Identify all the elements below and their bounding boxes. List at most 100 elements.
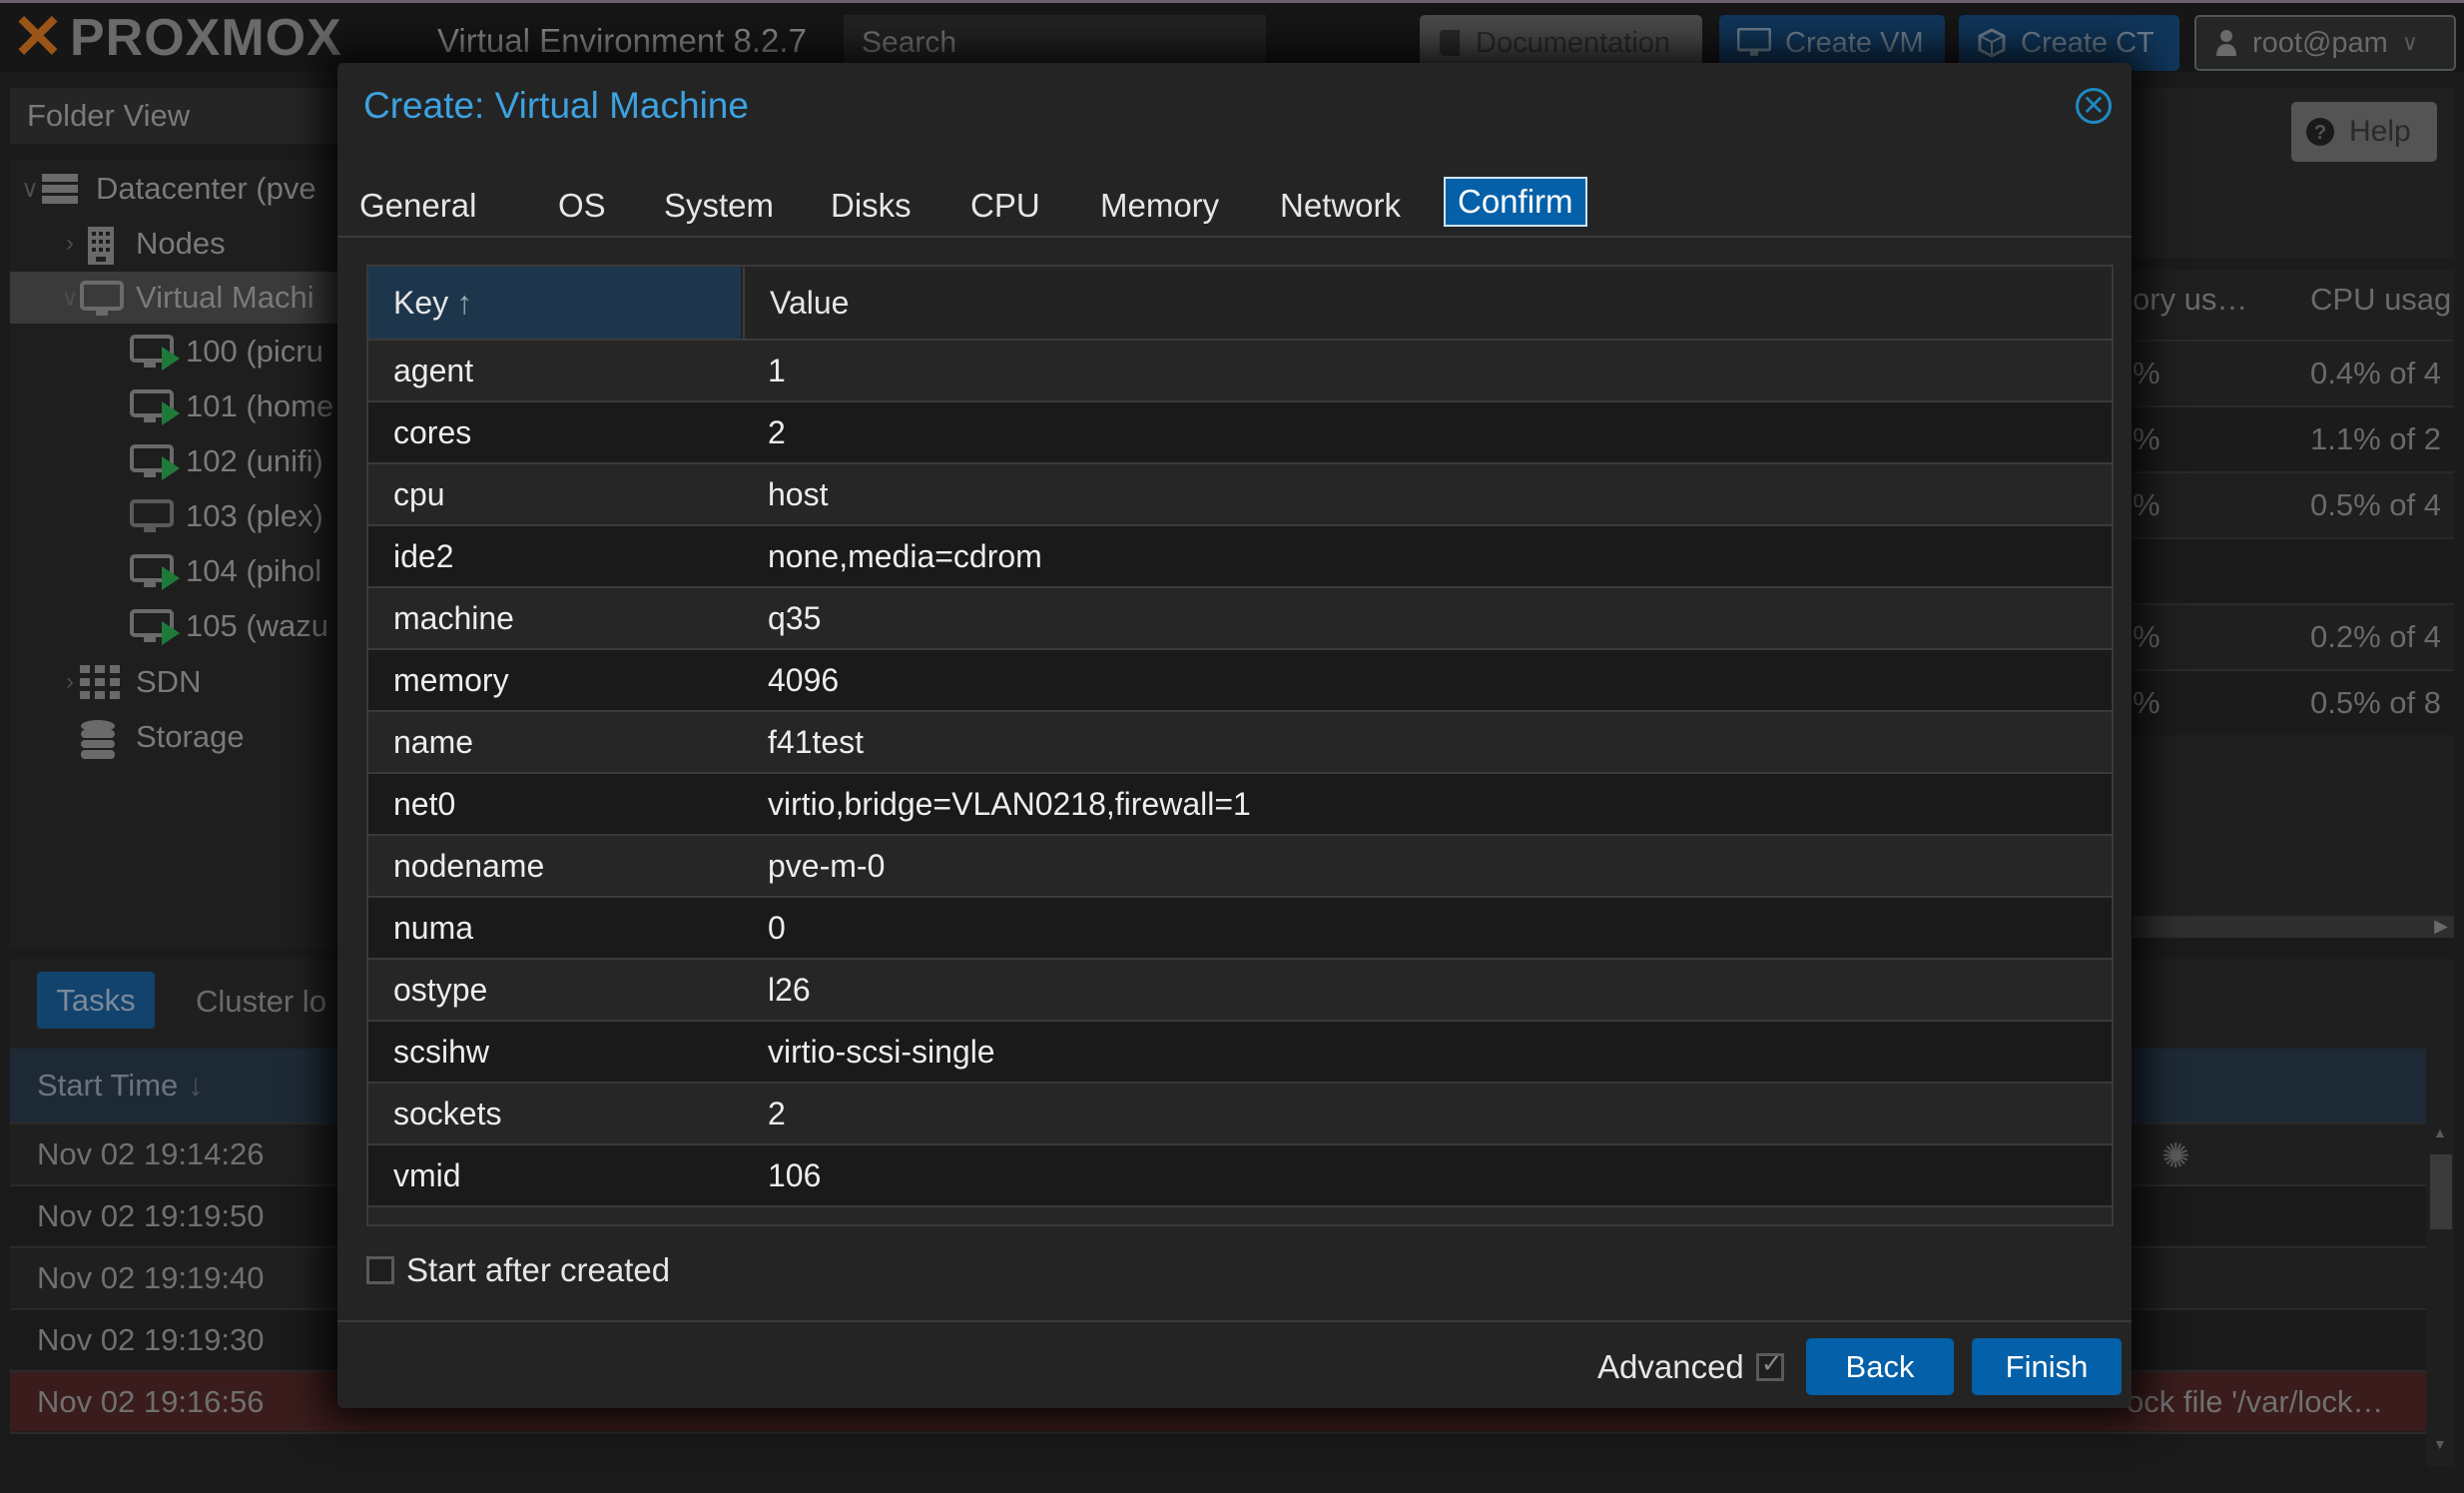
tab-disks[interactable]: Disks: [821, 181, 922, 231]
table-row[interactable]: nodename pve-m-0: [368, 836, 2112, 898]
table-row[interactable]: net0 virtio,bridge=VLAN0218,firewall=1: [368, 774, 2112, 836]
row-value: 2: [768, 1096, 786, 1131]
tab-os[interactable]: OS: [548, 181, 616, 231]
table-row[interactable]: sockets 2: [368, 1084, 2112, 1145]
chevron-down-icon: ∨: [2401, 30, 2418, 55]
row-value: 106: [768, 1157, 822, 1193]
user-label: root@pam: [2252, 26, 2388, 59]
vm-running-icon: [130, 609, 180, 645]
grid-row[interactable]: % 0.2% of 4: [2133, 603, 2454, 669]
row-key: ide2: [393, 538, 454, 574]
column-header-key[interactable]: Key ↑: [368, 267, 741, 339]
tab-cluster-log[interactable]: Cluster lo: [196, 984, 326, 1020]
advanced-checkbox[interactable]: ✓: [1755, 1348, 1784, 1381]
scroll-down-icon[interactable]: ▼: [2433, 1436, 2447, 1452]
tree-label: 104 (pihol: [186, 553, 322, 588]
tab-network[interactable]: Network: [1270, 181, 1411, 231]
tab-general[interactable]: General: [349, 181, 486, 231]
column-header-value[interactable]: Value: [743, 267, 849, 339]
table-row[interactable]: machine q35: [368, 588, 2112, 650]
task-start-time: Nov 02 19:19:50: [37, 1197, 265, 1233]
scroll-up-icon[interactable]: ▲: [2433, 1124, 2447, 1140]
scrollbar-thumb[interactable]: [2430, 1154, 2452, 1229]
tree-item-storage[interactable]: Storage: [10, 711, 387, 763]
row-key: numa: [393, 910, 474, 946]
tree-label: Nodes: [136, 226, 226, 261]
table-row[interactable]: agent 1: [368, 341, 2112, 402]
tab-system[interactable]: System: [654, 181, 784, 231]
table-row[interactable]: scsihw virtio-scsi-single: [368, 1022, 2112, 1084]
table-header: Key ↑ Value: [368, 267, 2112, 341]
row-key: cpu: [393, 476, 445, 512]
tree-label: 105 (wazu: [186, 608, 329, 643]
vertical-scrollbar[interactable]: ▲ ▼: [2428, 1124, 2454, 1454]
table-row[interactable]: numa 0: [368, 898, 2112, 960]
task-status: ock file '/var/lock…: [2127, 1384, 2384, 1419]
view-selector[interactable]: Folder View: [10, 88, 337, 144]
column-header-cpu[interactable]: CPU usag: [2310, 270, 2451, 330]
proxmox-logo[interactable]: ✕ PROXMOX: [12, 3, 342, 72]
finish-button[interactable]: Finish: [1972, 1338, 2122, 1395]
column-header-memory[interactable]: ory us…: [2133, 270, 2247, 330]
table-row[interactable]: ide2 none,media=cdrom: [368, 526, 2112, 588]
task-start-time: Nov 02 19:14:26: [37, 1135, 265, 1171]
tree-item-datacenter[interactable]: ∨ Datacenter (pve: [10, 163, 347, 215]
tab-confirm[interactable]: Confirm: [1444, 177, 1587, 227]
row-value: none,media=cdrom: [768, 538, 1042, 574]
row-value: q35: [768, 600, 822, 636]
summary-table: Key ↑ Value agent 1 cores 2 cpu host ide2 none,…: [366, 265, 2114, 1226]
tab-memory[interactable]: Memory: [1090, 181, 1229, 231]
resource-tree: ∨ Datacenter (pve › Nodes ∨ Virtual Mach…: [10, 160, 387, 949]
sort-asc-icon: ↑: [456, 284, 473, 321]
tree-label: Virtual Machi: [136, 280, 314, 315]
table-row[interactable]: vmid 106: [368, 1145, 2112, 1207]
product-version: Virtual Environment 8.2.7: [437, 22, 807, 59]
brand-name: PROXMOX: [69, 9, 342, 67]
storage-icon: [80, 720, 120, 759]
tab-tasks[interactable]: Tasks: [37, 972, 155, 1029]
book-icon: [1440, 30, 1460, 56]
tree-label: 100 (picru: [186, 334, 323, 369]
row-value: 4096: [768, 662, 840, 698]
tab-cpu[interactable]: CPU: [960, 181, 1050, 231]
table-row[interactable]: memory 4096: [368, 650, 2112, 712]
table-row[interactable]: ostype l26: [368, 960, 2112, 1022]
advanced-toggle[interactable]: Advanced ✓: [1597, 1348, 1784, 1386]
vm-running-icon: [130, 444, 180, 480]
start-after-created-field[interactable]: Start after created: [366, 1251, 670, 1289]
back-button[interactable]: Back: [1806, 1338, 1954, 1395]
row-key: name: [393, 724, 474, 760]
grid-row[interactable]: % 0.4% of 4: [2133, 340, 2454, 405]
grid-row[interactable]: % 1.1% of 2: [2133, 405, 2454, 471]
scroll-right-icon[interactable]: ▶: [2434, 916, 2448, 937]
vm-running-icon: [130, 554, 180, 590]
task-row[interactable]: [10, 1432, 2426, 1493]
chevron-down-icon: ∨: [21, 175, 39, 203]
row-key: sockets: [393, 1096, 502, 1131]
row-value: host: [768, 476, 829, 512]
key-header-label: Key: [393, 284, 449, 321]
grid-row[interactable]: [2133, 537, 2454, 603]
proxmox-x-icon: ✕: [12, 3, 64, 72]
help-button[interactable]: ? Help: [2291, 102, 2437, 162]
horizontal-scrollbar[interactable]: ▶: [2133, 916, 2454, 938]
tree-item-nodes[interactable]: › Nodes: [10, 218, 387, 270]
tree-item-virtual-machines[interactable]: ∨ Virtual Machi: [10, 272, 387, 324]
table-row[interactable]: cores 2: [368, 402, 2112, 464]
row-key: scsihw: [393, 1034, 490, 1070]
table-row[interactable]: name f41test: [368, 712, 2112, 774]
create-vm-label: Create VM: [1785, 26, 1924, 59]
tree-label: Datacenter (pve: [96, 171, 316, 206]
user-menu-button[interactable]: root@pam ∨: [2194, 15, 2456, 71]
grid-row[interactable]: % 0.5% of 8: [2133, 669, 2454, 735]
tree-item-sdn[interactable]: › SDN: [10, 656, 387, 708]
create-ct-label: Create CT: [2021, 26, 2155, 59]
start-after-created-checkbox[interactable]: [366, 1256, 394, 1284]
row-key: memory: [393, 662, 509, 698]
row-key: net0: [393, 786, 456, 822]
create-vm-dialog: Create: Virtual Machine ✕ General OS Sys…: [337, 63, 2132, 1408]
grid-row[interactable]: % 0.5% of 4: [2133, 471, 2454, 537]
table-row[interactable]: cpu host: [368, 464, 2112, 526]
close-icon[interactable]: ✕: [2076, 88, 2112, 124]
search-input[interactable]: [844, 15, 1266, 70]
